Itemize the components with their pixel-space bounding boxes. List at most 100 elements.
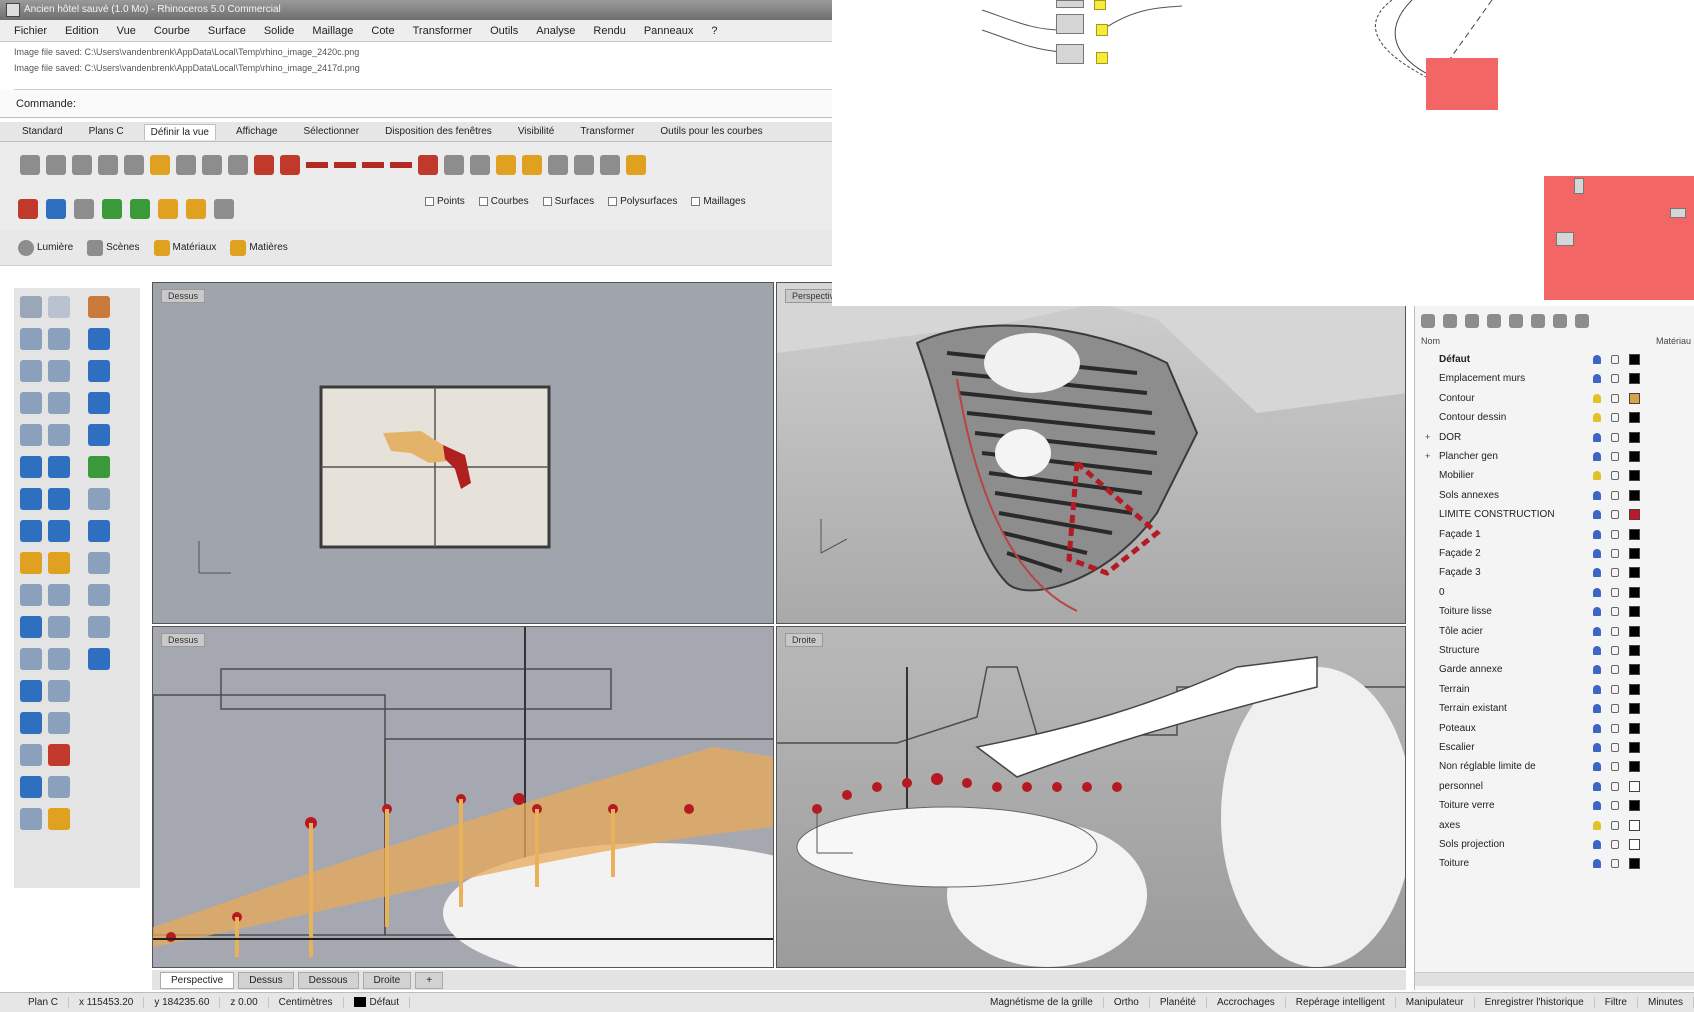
zoom-all-icon[interactable]: [176, 155, 196, 175]
visibility-bulb-icon[interactable]: [1593, 529, 1601, 539]
lock-icon[interactable]: [1611, 393, 1619, 403]
curve-icon[interactable]: [48, 328, 70, 350]
array-icon[interactable]: [20, 648, 42, 670]
visibility-bulb-icon[interactable]: [1593, 801, 1601, 811]
visibility-bulb-icon[interactable]: [1593, 781, 1601, 791]
point-icon[interactable]: [48, 296, 70, 318]
tab-perspective[interactable]: Perspective: [160, 971, 235, 989]
layer-color-swatch[interactable]: [1629, 567, 1640, 579]
menu-aide[interactable]: ?: [711, 25, 717, 37]
gh-component[interactable]: [1574, 178, 1584, 194]
boolean-icon[interactable]: [48, 520, 70, 542]
ellipse-icon[interactable]: [20, 392, 42, 414]
offset-icon[interactable]: [88, 616, 110, 638]
visibility-bulb-icon[interactable]: [1593, 490, 1601, 500]
visibility-bulb-icon[interactable]: [1593, 413, 1601, 423]
status-osnap[interactable]: Accrochages: [1207, 997, 1286, 1008]
visibility-bulb-icon[interactable]: [1593, 432, 1601, 442]
mirror-icon[interactable]: [48, 648, 70, 670]
crown-icon[interactable]: [48, 552, 70, 574]
layer-row[interactable]: Terrain existant: [1415, 699, 1694, 718]
rotate-view-icon[interactable]: [46, 155, 66, 175]
layer-color-swatch[interactable]: [1629, 489, 1640, 501]
status-planar[interactable]: Planéité: [1150, 997, 1207, 1008]
tab-transformer[interactable]: Transformer: [574, 124, 640, 139]
lock-icon[interactable]: [1611, 743, 1619, 752]
layer-row[interactable]: Poteaux: [1415, 719, 1694, 738]
layer-color-swatch[interactable]: [1629, 354, 1640, 365]
layer-row[interactable]: Sols annexes: [1415, 486, 1694, 505]
lock-icon[interactable]: [1611, 452, 1619, 461]
explode-icon[interactable]: [88, 584, 110, 606]
layout-tool-icon[interactable]: [20, 712, 42, 734]
layer-color-swatch[interactable]: [1629, 664, 1640, 676]
layer-color-swatch[interactable]: [1629, 548, 1640, 559]
polygon-icon[interactable]: [20, 424, 42, 446]
lock-icon[interactable]: [1611, 413, 1619, 423]
layer-row[interactable]: + Plancher gen: [1415, 447, 1694, 466]
viewport-front[interactable]: Dessus: [152, 626, 774, 968]
cylinder-icon[interactable]: [48, 488, 70, 510]
lock-icon[interactable]: [1611, 665, 1619, 675]
status-history[interactable]: Enregistrer l'historique: [1475, 997, 1595, 1008]
layer-color-swatch[interactable]: [1629, 625, 1640, 637]
gear-tool-icon[interactable]: [88, 296, 110, 318]
layer-color-swatch[interactable]: [1629, 819, 1640, 831]
target-icon[interactable]: [600, 155, 620, 175]
visibility-bulb-icon[interactable]: [1593, 840, 1601, 849]
visibility-bulb-icon[interactable]: [1593, 704, 1601, 714]
layer-row[interactable]: personnel: [1415, 777, 1694, 796]
filter-points[interactable]: Points: [425, 196, 465, 207]
lock-icon[interactable]: [1611, 374, 1619, 384]
delete-layer-icon[interactable]: [1465, 314, 1479, 328]
environment-icon[interactable]: [102, 199, 122, 219]
visibility-bulb-icon[interactable]: [1593, 859, 1601, 869]
car-icon[interactable]: [470, 155, 490, 175]
named-view-icon[interactable]: [418, 155, 438, 175]
layer-off-icon[interactable]: [280, 155, 300, 175]
lock-icon[interactable]: [1611, 801, 1619, 811]
zoom-icon[interactable]: [72, 155, 92, 175]
status-units[interactable]: Centimètres: [269, 997, 344, 1008]
layer-row[interactable]: Façade 2: [1415, 544, 1694, 563]
surface-tool-icon[interactable]: [88, 328, 110, 350]
visibility-bulb-icon[interactable]: [1593, 607, 1601, 617]
check-icon[interactable]: [48, 776, 70, 798]
layer-row[interactable]: Escalier: [1415, 738, 1694, 757]
layer-color-swatch[interactable]: [1629, 839, 1640, 850]
lock-icon[interactable]: [1611, 781, 1619, 791]
lock-icon[interactable]: [1611, 568, 1619, 578]
view-line-icon[interactable]: [334, 162, 356, 168]
gh-param-panel[interactable]: [1096, 52, 1108, 64]
visibility-bulb-icon[interactable]: [1593, 762, 1601, 772]
expand-toggle-icon[interactable]: +: [1425, 447, 1430, 466]
text-icon[interactable]: [48, 712, 70, 734]
visibility-bulb-icon[interactable]: [1593, 374, 1601, 384]
rectangle-icon[interactable]: [48, 392, 70, 414]
trim-icon[interactable]: [20, 584, 42, 606]
render-sphere-icon[interactable]: [18, 199, 38, 219]
viewport-top[interactable]: Dessus: [152, 282, 774, 624]
lock-icon[interactable]: [1611, 355, 1619, 364]
layer-color-swatch[interactable]: [1629, 800, 1640, 812]
filter-icon[interactable]: [1531, 314, 1545, 328]
viewport-label-front[interactable]: Dessus: [161, 633, 206, 647]
viewport-perspective[interactable]: Perspective: [776, 282, 1406, 624]
layer-row[interactable]: Garde annexe: [1415, 660, 1694, 679]
circle-icon[interactable]: [20, 360, 42, 382]
layer-row[interactable]: Emplacement murs: [1415, 369, 1694, 388]
gh-param-panel[interactable]: [1096, 24, 1108, 36]
status-grid-snap[interactable]: Magnétisme de la grille: [980, 997, 1104, 1008]
layer-row[interactable]: Défaut: [1415, 350, 1694, 369]
lock-icon[interactable]: [1611, 529, 1619, 539]
view-line-icon[interactable]: [306, 162, 328, 168]
menu-vue[interactable]: Vue: [117, 25, 136, 37]
visibility-bulb-icon[interactable]: [1593, 743, 1601, 752]
gh-component[interactable]: [1056, 14, 1084, 34]
lock-icon[interactable]: [1611, 510, 1619, 520]
layer-color-swatch[interactable]: [1629, 858, 1640, 870]
snap-icon[interactable]: [20, 776, 42, 798]
dimension-icon[interactable]: [88, 488, 110, 510]
layer-toggle-icon[interactable]: [254, 155, 274, 175]
visibility-bulb-icon[interactable]: [1593, 452, 1601, 461]
